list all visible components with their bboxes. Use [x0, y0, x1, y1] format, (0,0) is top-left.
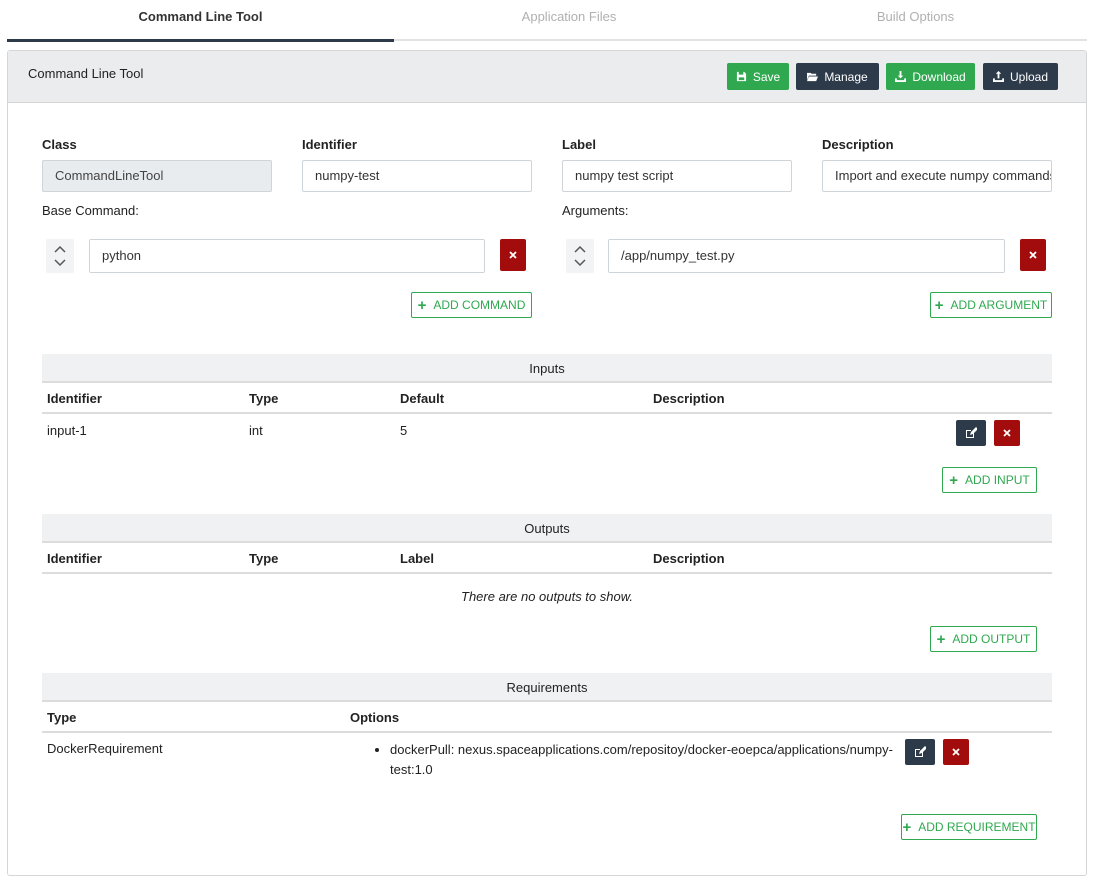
tab-bar: Command Line Tool Application Files Buil… — [7, 0, 1087, 42]
save-button-label: Save — [752, 69, 781, 84]
outputs-col-description: Description — [653, 551, 725, 566]
tab-command-line-tool[interactable]: Command Line Tool — [7, 0, 394, 42]
download-button[interactable]: Download — [886, 63, 975, 90]
manage-button-label: Manage — [824, 69, 868, 84]
class-label: Class — [42, 137, 77, 152]
save-button[interactable]: Save — [727, 63, 789, 90]
argument-input[interactable]: /app/numpy_test.py — [608, 239, 1005, 273]
plus-icon: + — [417, 296, 427, 314]
panel-title: Command Line Tool — [28, 66, 144, 81]
tab-application-files[interactable]: Application Files — [394, 0, 744, 41]
outputs-col-type: Type — [249, 551, 279, 566]
edit-requirement-button[interactable] — [905, 739, 935, 765]
add-output-button[interactable]: + ADD OUTPUT — [930, 626, 1037, 652]
outputs-section-title: Outputs — [42, 514, 1052, 543]
plus-icon: + — [936, 630, 946, 648]
upload-button-label: Upload — [1009, 69, 1049, 84]
class-field: CommandLineTool — [42, 160, 272, 192]
requirements-section-title: Requirements — [42, 673, 1052, 702]
description-label: Description — [822, 137, 894, 152]
manage-button[interactable]: Manage — [796, 63, 879, 90]
outputs-empty-message: There are no outputs to show. — [461, 589, 633, 604]
tab-build-options[interactable]: Build Options — [744, 0, 1087, 41]
add-command-button[interactable]: + ADD COMMAND — [411, 292, 532, 318]
save-icon — [736, 71, 746, 82]
add-requirement-label: ADD REQUIREMENT — [918, 820, 1036, 834]
sort-arrows-icon[interactable] — [46, 239, 74, 273]
label-field[interactable]: numpy test script — [562, 160, 792, 192]
add-argument-label: ADD ARGUMENT — [950, 298, 1048, 312]
delete-requirement-button[interactable] — [943, 739, 969, 765]
requirement-type-cell: DockerRequirement — [47, 741, 163, 756]
plus-icon: + — [902, 818, 912, 836]
edit-input-button[interactable] — [956, 420, 986, 446]
input-type-cell: int — [249, 423, 263, 438]
description-field[interactable]: Import and execute numpy commands — [822, 160, 1052, 192]
remove-command-button[interactable] — [500, 239, 526, 271]
outputs-col-identifier: Identifier — [47, 551, 102, 566]
upload-button[interactable]: Upload — [983, 63, 1058, 90]
panel-header: Command Line Tool Save Manage Download U… — [8, 51, 1086, 103]
edit-icon — [915, 746, 926, 757]
add-argument-button[interactable]: + ADD ARGUMENT — [930, 292, 1052, 318]
table-divider — [42, 572, 1052, 574]
base-command-label: Base Command: — [42, 203, 139, 218]
download-icon — [895, 71, 907, 82]
label-label: Label — [562, 137, 596, 152]
requirement-options-cell: dockerPull: nexus.spaceapplications.com/… — [376, 740, 896, 780]
identifier-label: Identifier — [302, 137, 357, 152]
requirements-col-options: Options — [350, 710, 400, 725]
table-divider — [42, 412, 1052, 414]
add-requirement-button[interactable]: + ADD REQUIREMENT — [901, 814, 1037, 840]
folder-open-icon — [807, 72, 819, 82]
add-input-label: ADD INPUT — [965, 473, 1030, 487]
plus-icon: + — [949, 471, 959, 489]
sort-arrows-icon[interactable] — [566, 239, 594, 273]
table-divider — [42, 731, 1052, 733]
inputs-col-default: Default — [400, 391, 445, 406]
input-identifier-cell: input-1 — [47, 423, 87, 438]
upload-icon — [992, 71, 1004, 82]
arguments-label: Arguments: — [562, 203, 629, 218]
add-input-button[interactable]: + ADD INPUT — [942, 467, 1037, 493]
close-icon — [1003, 429, 1011, 437]
download-button-label: Download — [912, 69, 966, 84]
requirements-col-type: Type — [47, 710, 77, 725]
requirement-options-list: dockerPull: nexus.spaceapplications.com/… — [376, 740, 896, 780]
requirement-option-item: dockerPull: nexus.spaceapplications.com/… — [390, 740, 896, 780]
inputs-col-type: Type — [249, 391, 279, 406]
inputs-col-identifier: Identifier — [47, 391, 102, 406]
delete-input-button[interactable] — [994, 420, 1020, 446]
plus-icon: + — [934, 296, 944, 314]
outputs-col-label: Label — [400, 551, 434, 566]
close-icon — [952, 748, 960, 756]
close-icon — [509, 251, 517, 259]
add-output-label: ADD OUTPUT — [952, 632, 1031, 646]
close-icon — [1029, 251, 1037, 259]
input-default-cell: 5 — [400, 423, 408, 438]
inputs-section-title: Inputs — [42, 354, 1052, 383]
add-command-label: ADD COMMAND — [433, 298, 526, 312]
remove-argument-button[interactable] — [1020, 239, 1046, 271]
base-command-input[interactable]: python — [89, 239, 485, 273]
identifier-field[interactable]: numpy-test — [302, 160, 532, 192]
inputs-col-description: Description — [653, 391, 725, 406]
edit-icon — [966, 427, 977, 438]
